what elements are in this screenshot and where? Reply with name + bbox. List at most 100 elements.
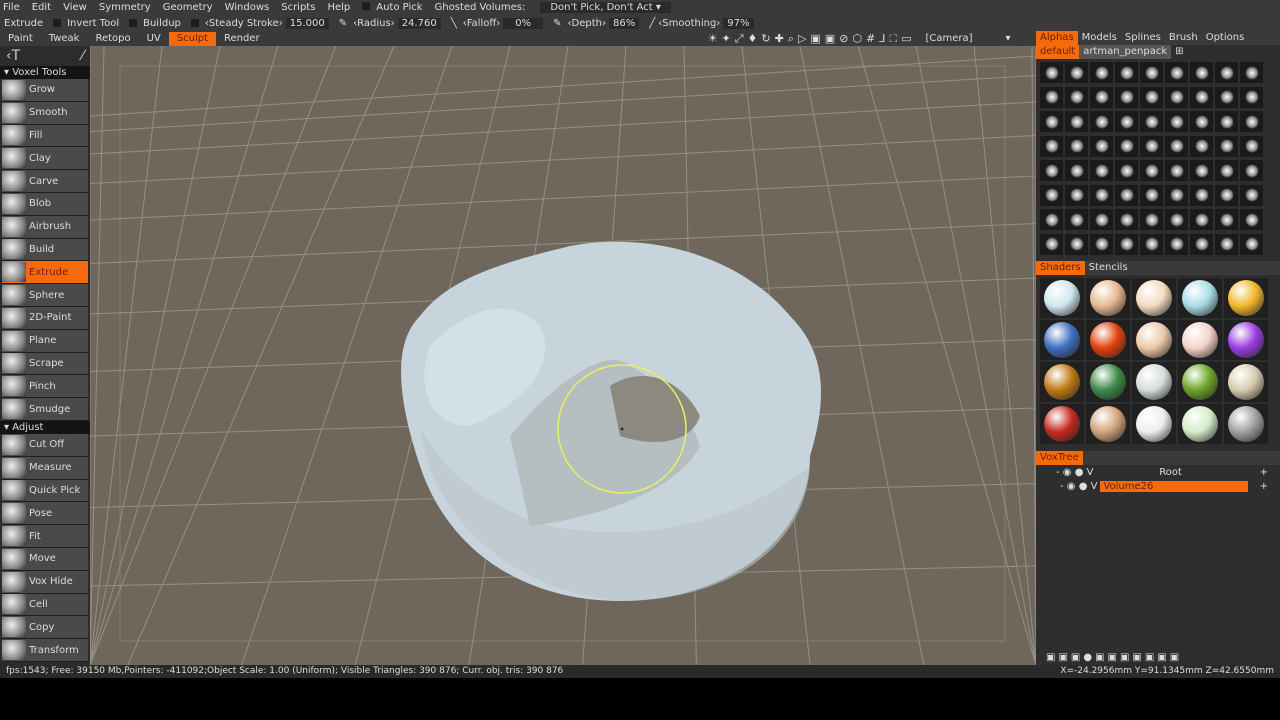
alpha-item[interactable] (1165, 111, 1188, 132)
shader-sphere[interactable] (1224, 362, 1268, 402)
alpha-item[interactable] (1090, 111, 1113, 132)
buildup-checkbox[interactable]: Buildup (129, 18, 181, 29)
alpha-item[interactable] (1040, 184, 1063, 206)
tab-voxtree[interactable]: VoxTree (1036, 451, 1083, 465)
voxtree-root[interactable]: - ◉ ● V Root + (1036, 465, 1280, 479)
alpha-item[interactable] (1040, 86, 1063, 108)
alpha-item[interactable] (1215, 184, 1238, 206)
tool-scrape[interactable]: Scrape (2, 352, 88, 376)
shader-sphere[interactable] (1086, 362, 1130, 402)
shader-sphere[interactable] (1178, 404, 1222, 444)
alpha-item[interactable] (1115, 209, 1138, 230)
section-adjust[interactable]: ▾ Adjust (0, 420, 90, 434)
menu-windows[interactable]: Windows (225, 2, 270, 13)
menu-file[interactable]: File (3, 2, 20, 13)
alpha-item[interactable] (1115, 111, 1138, 132)
alpha-item[interactable] (1140, 86, 1163, 108)
radius-field[interactable]: ✎ ‹Radius› 24.760 (339, 17, 441, 29)
tool-cell[interactable]: Cell (2, 593, 88, 617)
tab-options[interactable]: Options (1202, 31, 1249, 45)
shader-sphere[interactable] (1178, 362, 1222, 402)
tool-fit[interactable]: Fit (2, 525, 88, 548)
shader-sphere[interactable] (1178, 320, 1222, 360)
alpha-item[interactable] (1090, 184, 1113, 206)
tool-vox-hide[interactable]: Vox Hide (2, 570, 88, 594)
alpha-item[interactable] (1240, 233, 1263, 255)
alpha-item[interactable] (1215, 209, 1238, 230)
tab-render[interactable]: Render (216, 32, 268, 46)
shader-sphere[interactable] (1132, 320, 1176, 360)
alpha-item[interactable] (1065, 209, 1088, 230)
add-volume-button[interactable]: + (1248, 481, 1280, 492)
tool-airbrush[interactable]: Airbrush (2, 215, 88, 239)
alpha-item[interactable] (1190, 209, 1213, 230)
tab-retopo[interactable]: Retopo (87, 32, 138, 46)
invert-tool-checkbox[interactable]: Invert Tool (53, 18, 119, 29)
alpha-item[interactable] (1115, 135, 1138, 157)
alpha-item[interactable] (1190, 233, 1213, 255)
voxtree-volume[interactable]: - ◉ ● V Volume26 + (1036, 479, 1280, 493)
shader-sphere[interactable] (1132, 404, 1176, 444)
viewport-scene[interactable] (90, 46, 1036, 665)
alpha-item[interactable] (1165, 62, 1188, 83)
alpha-item[interactable] (1090, 209, 1113, 230)
menu-edit[interactable]: Edit (32, 2, 51, 13)
steady-stroke-field[interactable]: ‹Steady Stroke› 15.000 (190, 17, 329, 29)
alpha-item[interactable] (1065, 62, 1088, 83)
alpha-item[interactable] (1065, 184, 1088, 206)
ghosted-select[interactable]: Don't Pick, Don't Act ▾ (540, 2, 671, 13)
alpha-set-default[interactable]: default (1036, 45, 1080, 59)
alpha-item[interactable] (1090, 233, 1113, 255)
shader-sphere[interactable] (1132, 362, 1176, 402)
alpha-item[interactable] (1240, 184, 1263, 206)
alpha-item[interactable] (1065, 233, 1088, 255)
shader-sphere[interactable] (1224, 320, 1268, 360)
tab-stencils[interactable]: Stencils (1085, 261, 1132, 275)
tool-measure[interactable]: Measure (2, 456, 88, 480)
alpha-set-artman[interactable]: artman_penpack (1079, 45, 1172, 59)
alpha-item[interactable] (1240, 209, 1263, 230)
alpha-item[interactable] (1240, 62, 1263, 83)
alpha-item[interactable] (1140, 62, 1163, 83)
smoothing-field[interactable]: ╱ ‹Smoothing› 97% (649, 17, 754, 29)
alpha-item[interactable] (1065, 135, 1088, 157)
alpha-item[interactable] (1165, 184, 1188, 206)
shader-sphere[interactable] (1224, 278, 1268, 318)
alpha-item[interactable] (1090, 86, 1113, 108)
shader-sphere[interactable] (1224, 404, 1268, 444)
menu-geometry[interactable]: Geometry (163, 2, 213, 13)
alpha-item[interactable] (1065, 111, 1088, 132)
tool-smudge[interactable]: Smudge (2, 398, 88, 421)
brush-stroke-icon[interactable]: ⁄ (82, 48, 84, 64)
alpha-item[interactable] (1240, 135, 1263, 157)
shader-sphere[interactable] (1040, 362, 1084, 402)
alpha-item[interactable] (1190, 160, 1213, 181)
tab-brush[interactable]: Brush (1165, 31, 1202, 45)
alpha-item[interactable] (1165, 209, 1188, 230)
tool-plane[interactable]: Plane (2, 329, 88, 353)
alpha-item[interactable] (1215, 160, 1238, 181)
alpha-item[interactable] (1140, 135, 1163, 157)
alpha-item[interactable] (1140, 160, 1163, 181)
shader-sphere[interactable] (1178, 278, 1222, 318)
tool-cut-off[interactable]: Cut Off (2, 433, 88, 457)
shader-sphere[interactable] (1040, 404, 1084, 444)
alpha-item[interactable] (1165, 135, 1188, 157)
alpha-item[interactable] (1115, 86, 1138, 108)
alpha-item[interactable] (1190, 111, 1213, 132)
alpha-item[interactable] (1115, 160, 1138, 181)
tool-transform[interactable]: Transform (2, 639, 88, 662)
tool-fill[interactable]: Fill (2, 124, 88, 148)
shader-sphere[interactable] (1086, 404, 1130, 444)
shader-sphere[interactable] (1086, 320, 1130, 360)
tool-carve[interactable]: Carve (2, 170, 88, 193)
menu-view[interactable]: View (63, 2, 87, 13)
tool-blob[interactable]: Blob (2, 192, 88, 216)
alpha-item[interactable] (1140, 209, 1163, 230)
alpha-item[interactable] (1090, 135, 1113, 157)
tool-copy[interactable]: Copy (2, 616, 88, 640)
tool-2d-paint[interactable]: 2D-Paint (2, 306, 88, 330)
shader-sphere[interactable] (1040, 320, 1084, 360)
view-toolbar-icons[interactable]: ☀✦⤢♦↻✚⌕▷▣▣⊘⬡#⅃⛶▭ (708, 32, 916, 46)
menu-scripts[interactable]: Scripts (281, 2, 315, 13)
